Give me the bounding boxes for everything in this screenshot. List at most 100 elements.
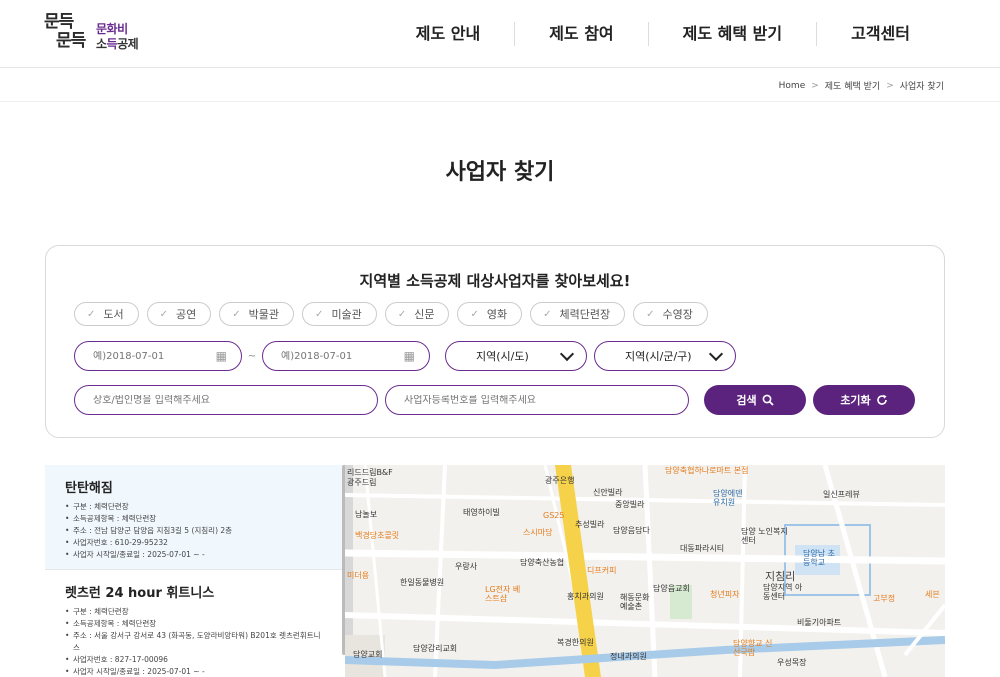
map-poi[interactable]: LG전자 베스트샵 — [485, 585, 525, 603]
map-poi[interactable]: 담양지역 아동센터 — [763, 583, 805, 601]
result-category: 구분 : 체력단련장 — [65, 501, 325, 513]
chevron-right-icon: > — [811, 80, 819, 91]
map-poi[interactable]: 추성빌라 — [575, 519, 604, 530]
category-chip-newspaper[interactable]: ✓ 신문 — [384, 302, 450, 326]
keyword-row: 검색 초기화 — [74, 385, 915, 415]
result-period: 사업자 시작일/종료일 : 2025-07-01 ~ - — [65, 549, 325, 561]
map-poi[interactable]: 담양감리교회 — [413, 643, 457, 654]
chevron-right-icon: > — [886, 80, 894, 91]
logo-text-line-2: 소득공제 — [96, 37, 139, 51]
region-province-select[interactable]: 지역(시/도) — [445, 341, 587, 371]
result-deduction-item: 소득공제항목 : 체력단련장 — [65, 513, 325, 525]
category-chip-gallery[interactable]: ✓ 미술관 — [302, 302, 377, 326]
map-poi[interactable]: 담양축산농협 — [520, 557, 564, 568]
chevron-down-icon — [559, 346, 575, 361]
page-title: 사업자 찾기 — [445, 160, 555, 185]
result-business-number: 사업자번호 : 610-29-95232 — [65, 537, 325, 549]
map-poi[interactable]: GS25 — [543, 511, 564, 520]
result-business-number: 사업자번호 : 827-17-00096 — [65, 654, 325, 666]
category-chip-book[interactable]: ✓ 도서 — [74, 302, 139, 326]
business-name-input[interactable] — [93, 394, 363, 406]
map-poi[interactable]: 해동문화 예술촌 — [620, 593, 654, 611]
category-chip-movie[interactable]: ✓ 영화 — [457, 302, 523, 326]
map-poi[interactable]: 담양교회 — [353, 649, 382, 660]
map-view[interactable]: 리드드림B&F 광주드림 남놀보 백경당초콜릿 미더용 한일동물병원 우랑사 태… — [345, 465, 945, 677]
map-poi[interactable]: 복경한의원 — [557, 637, 594, 648]
map-poi[interactable]: 신안빌라 — [593, 487, 622, 498]
map-poi[interactable]: 디프커피 — [587, 565, 616, 576]
map-poi[interactable]: 미더용 — [347, 570, 369, 581]
end-date-field[interactable]: ▦ — [262, 341, 430, 371]
map-poi[interactable]: 지침리 — [765, 568, 795, 584]
map-poi[interactable]: 광주은행 — [545, 475, 574, 486]
nav-customer-center[interactable]: 고객센터 — [816, 22, 1000, 46]
result-address: 주소 : 서울 강서구 강서로 43 (화곡동, 도양라비앙타워) B201호 … — [65, 630, 325, 654]
breadcrumb-current: 사업자 찾기 — [899, 82, 944, 92]
map-poi[interactable]: 광주드림 — [347, 477, 376, 488]
category-chip-gym[interactable]: ✓ 체력단련장 — [530, 302, 626, 326]
check-icon: ✓ — [87, 308, 96, 320]
map-poi[interactable]: 태영하이빌 — [463, 507, 500, 518]
nav-system-guide[interactable]: 제도 안내 — [382, 22, 514, 46]
filter-row: ▦ ~ ▦ 지역(시/도) 지역(시/군/구) — [74, 341, 736, 371]
logo-text: 문화비 소득공제 — [96, 22, 139, 52]
chevron-down-icon — [708, 346, 724, 361]
calendar-icon[interactable]: ▦ — [404, 349, 415, 363]
search-button[interactable]: 검색 — [704, 385, 806, 415]
map-poi[interactable]: 남놀보 — [355, 509, 377, 520]
map-poi[interactable]: 비둘기아파트 — [797, 617, 841, 628]
map-poi[interactable]: 백경당초콜릿 — [355, 530, 399, 541]
site-logo[interactable]: 문득 문득 문화비 소득공제 — [44, 13, 154, 55]
check-icon: ✓ — [646, 308, 655, 320]
map-poi[interactable]: 대동파라시티 — [680, 543, 724, 554]
map-poi[interactable]: 세븐 — [925, 589, 940, 600]
map-poi[interactable]: 청년피자 — [710, 589, 739, 600]
end-date-input[interactable] — [281, 350, 404, 362]
map-poi[interactable]: 담양향교 신선국밥 — [733, 639, 773, 657]
category-chip-pool[interactable]: ✓ 수영장 — [633, 302, 708, 326]
result-period: 사업자 시작일/종료일 : 2025-07-01 ~ - — [65, 666, 325, 677]
map-poi[interactable]: 담양음담다 — [613, 525, 650, 536]
logo-mark-line-2: 문득 — [56, 31, 86, 51]
start-date-input[interactable] — [93, 350, 216, 362]
start-date-field[interactable]: ▦ — [74, 341, 242, 371]
breadcrumb-home[interactable]: Home — [779, 81, 806, 91]
calendar-icon[interactable]: ▦ — [216, 349, 227, 363]
date-range-separator: ~ — [247, 350, 257, 362]
map-poi[interactable]: 담양 노인복지센터 — [741, 527, 791, 545]
map-poi[interactable]: 한일동물병원 — [400, 577, 444, 588]
map-poi[interactable]: 담양축협하나로마트 본점 — [665, 465, 749, 476]
result-name: 탄탄해짐 — [65, 481, 113, 496]
map-poi[interactable]: 스시마당 — [523, 527, 552, 538]
result-item[interactable]: 렛츠런 24 hour 휘트니스 구분 : 체력단련장 소득공제항목 : 체력단… — [45, 570, 345, 677]
nav-system-benefit[interactable]: 제도 혜택 받기 — [647, 22, 816, 46]
breadcrumb-bar: Home > 제도 혜택 받기 > 사업자 찾기 — [0, 68, 1000, 102]
logo-mark: 문득 문득 — [44, 13, 86, 51]
breadcrumb-benefit[interactable]: 제도 혜택 받기 — [825, 79, 880, 92]
business-number-input[interactable] — [404, 394, 674, 406]
map-poi[interactable]: 우성목장 — [777, 657, 806, 668]
map-poi[interactable]: 담양읍교회 — [653, 583, 690, 594]
business-number-field[interactable] — [385, 385, 689, 415]
map-poi[interactable]: 담양에덴 유치원 — [713, 489, 749, 507]
map-poi[interactable]: 홍치과의원 — [567, 591, 604, 602]
map-poi[interactable]: 담양남 초등학교 — [803, 549, 837, 567]
nav-system-join[interactable]: 제도 참여 — [514, 22, 647, 46]
result-deduction-item: 소득공제항목 : 체력단련장 — [65, 618, 325, 630]
map-poi[interactable]: 고부정 — [873, 593, 895, 604]
category-chip-performance[interactable]: ✓ 공연 — [146, 302, 212, 326]
check-icon: ✓ — [470, 308, 479, 320]
map-poi[interactable]: 우랑사 — [455, 561, 477, 572]
reset-button[interactable]: 초기화 — [813, 385, 915, 415]
category-filter: ✓ 도서 ✓ 공연 ✓ 박물관 ✓ 미술관 ✓ 신문 ✓ 영화 ✓ 체력단련장 ✓ 수영장 — [74, 302, 708, 326]
region-city-select[interactable]: 지역(시/군/구) — [594, 341, 736, 371]
check-icon: ✓ — [159, 308, 169, 320]
category-chip-museum[interactable]: ✓ 박물관 — [219, 302, 295, 326]
result-item[interactable]: 탄탄해짐 구분 : 체력단련장 소득공제항목 : 체력단련장 주소 : 전남 담… — [45, 465, 345, 570]
result-category: 구분 : 체력단련장 — [65, 606, 325, 618]
map-poi[interactable]: 정내과의원 — [610, 651, 647, 662]
business-name-field[interactable] — [74, 385, 378, 415]
map-poi[interactable]: 중앙빌라 — [615, 499, 644, 510]
check-icon: ✓ — [543, 308, 552, 320]
map-poi[interactable]: 일신프레뷰 — [823, 489, 860, 500]
